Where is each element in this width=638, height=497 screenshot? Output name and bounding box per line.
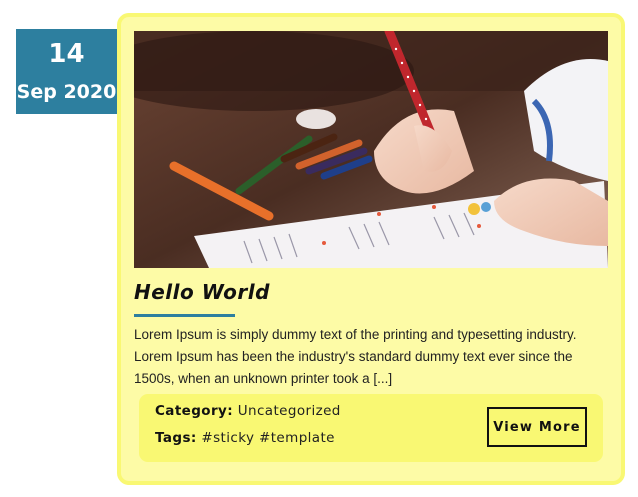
post-excerpt: Lorem Ipsum is simply dummy text of the …	[134, 327, 577, 386]
category-link[interactable]: Uncategorized	[238, 403, 341, 419]
post-date-month-year: Sep 2020	[16, 81, 117, 103]
post-date-badge: 14 Sep 2020	[16, 29, 117, 114]
post-category-line: Category: Uncategorized	[155, 403, 341, 419]
post-featured-image[interactable]	[134, 31, 608, 268]
post-card: Hello World Lorem Ipsum is simply dummy …	[117, 13, 625, 485]
post-tags-line: Tags: #sticky #template	[155, 430, 335, 446]
category-label: Category:	[155, 403, 234, 419]
tag-link[interactable]: #template	[259, 430, 335, 446]
view-more-button[interactable]: View More	[487, 407, 587, 447]
post-meta-box: Category: Uncategorized Tags: #sticky #t…	[139, 394, 603, 462]
post-date-day: 14	[48, 39, 85, 69]
post-title[interactable]: Hello World	[134, 280, 270, 304]
title-underline	[134, 314, 235, 317]
tag-link[interactable]: #sticky	[201, 430, 254, 446]
tags-label: Tags:	[155, 430, 197, 446]
